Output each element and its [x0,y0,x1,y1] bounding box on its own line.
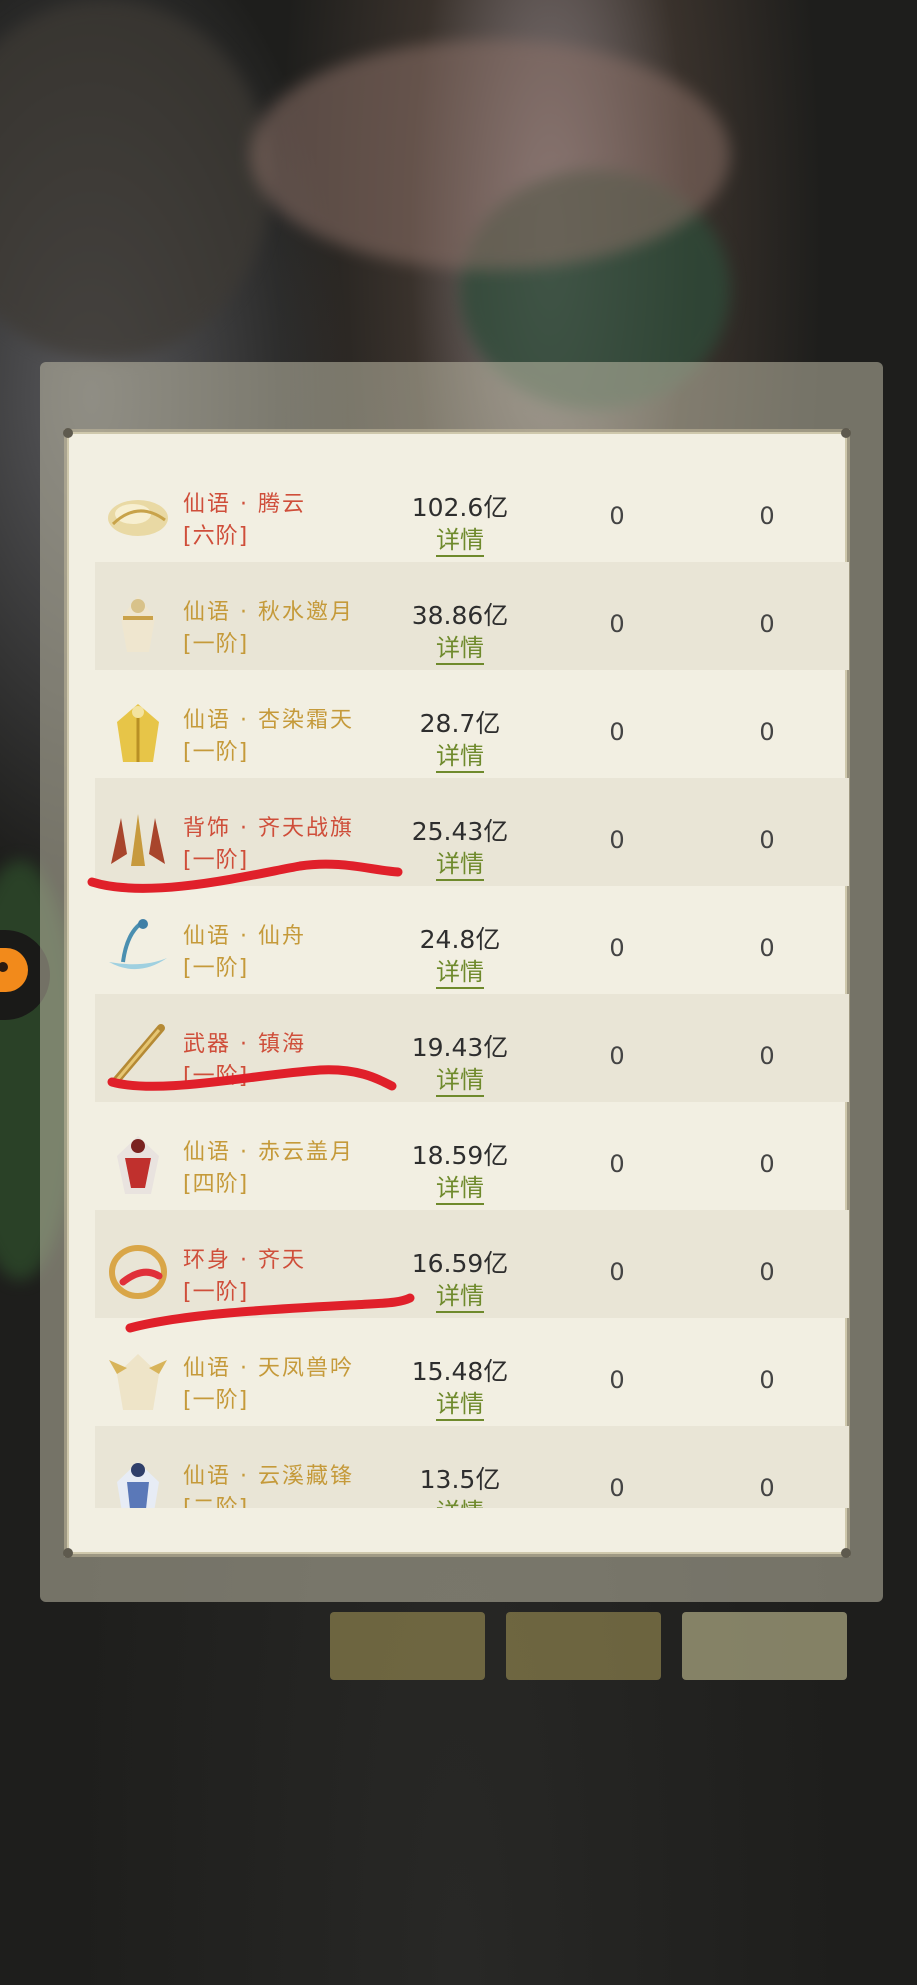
list-item[interactable]: 仙语 · 云溪藏锋 [二阶] 13.5亿 详情 0 0 [95,1426,849,1508]
column-3-value: 0 [759,1366,775,1394]
item-tier: [一阶] [183,956,249,981]
column-2-value: 0 [609,1474,625,1502]
detail-link[interactable]: 详情 [395,844,525,881]
detail-label[interactable]: 详情 [436,1066,484,1097]
item-tier: [二阶] [183,1490,248,1508]
corner-rivet [63,428,73,438]
column-3-value: 0 [759,502,775,530]
detail-link[interactable]: 详情 [395,952,525,989]
phoenix-outfit-icon [103,1344,173,1414]
detail-label[interactable]: 详情 [436,742,484,773]
column-3-value: 0 [759,934,775,962]
item-tier: [四阶] [183,1172,249,1197]
item-name: 背饰 · 齐天战旗 [183,816,354,841]
detail-label[interactable]: 详情 [436,634,484,665]
list-item[interactable]: 仙语 · 秋水邀月 [一阶] 38.86亿 详情 0 0 [95,562,849,670]
list-item[interactable]: 武器 · 镇海 [一阶] 19.43亿 详情 0 0 [95,994,849,1102]
yellow-robe-icon [103,696,173,766]
detail-link[interactable]: 详情 [395,520,525,557]
item-name: 仙语 · 秋水邀月 [183,600,354,625]
item-tier: [一阶] [183,632,249,657]
column-2-value: 0 [609,934,625,962]
bottom-button-middle[interactable] [506,1612,661,1680]
detail-link[interactable]: 详情 [395,628,525,665]
white-gold-outfit-icon [103,588,173,658]
column-2-value: 0 [609,1258,625,1286]
column-2-value: 0 [609,1366,625,1394]
red-white-outfit-icon [103,1128,173,1198]
detail-link[interactable]: 详情 [395,1384,525,1421]
item-value: 25.43亿 [411,817,509,846]
column-2-value: 0 [609,610,625,638]
item-name: 环身 · 齐天 [183,1248,306,1273]
detail-link[interactable]: 详情 [395,736,525,773]
list-item[interactable]: 仙语 · 赤云盖月 [四阶] 18.59亿 详情 0 0 [95,1102,849,1210]
item-tier: [一阶] [183,1064,249,1089]
item-name: 武器 · 镇海 [183,1032,306,1057]
item-value: 13.5亿 [419,1465,501,1494]
detail-label[interactable]: 详情 [436,850,484,881]
item-tier: [一阶] [183,740,249,765]
item-value: 18.59亿 [411,1141,509,1170]
list-item[interactable]: 仙语 · 腾云 [六阶] 102.6亿 详情 0 0 [95,454,849,562]
detail-label[interactable]: 详情 [436,1282,484,1313]
red-ring-icon [103,1236,173,1306]
item-tier: [六阶] [183,524,249,549]
detail-label[interactable]: 详情 [436,1174,484,1205]
detail-link[interactable]: 详情 [395,1276,525,1313]
item-value: 38.86亿 [411,601,509,630]
detail-label[interactable]: 详情 [436,1498,484,1508]
item-name: 仙语 · 云溪藏锋 [183,1464,354,1489]
item-name: 仙语 · 仙舟 [183,924,306,949]
gold-cloud-icon [103,480,173,550]
blue-white-outfit-icon [103,1452,173,1508]
item-value: 16.59亿 [411,1249,509,1278]
item-name: 仙语 · 赤云盖月 [183,1140,354,1165]
war-banner-icon [103,804,173,874]
column-3-value: 0 [759,1150,775,1178]
bottom-button-left[interactable] [330,1612,485,1680]
column-3-value: 0 [759,1474,775,1502]
bottom-button-right[interactable] [682,1612,847,1680]
column-3-value: 0 [759,610,775,638]
item-name: 仙语 · 杏染霜天 [183,708,354,733]
item-value: 15.48亿 [411,1357,509,1386]
detail-link[interactable]: 详情 [395,1492,525,1508]
column-3-value: 0 [759,1258,775,1286]
list-item[interactable]: 背饰 · 齐天战旗 [一阶] 25.43亿 详情 0 0 [95,778,849,886]
item-tier: [一阶] [183,848,249,873]
item-tier: [一阶] [183,1280,249,1305]
golden-staff-icon [103,1020,173,1090]
ranking-panel: 仙语 · 腾云 [六阶] 102.6亿 详情 0 0 仙语 · 秋水邀月 [一阶… [63,428,851,1558]
list-item[interactable]: 环身 · 齐天 [一阶] 16.59亿 详情 0 0 [95,1210,849,1318]
item-list[interactable]: 仙语 · 腾云 [六阶] 102.6亿 详情 0 0 仙语 · 秋水邀月 [一阶… [95,454,849,1508]
column-2-value: 0 [609,1150,625,1178]
column-3-value: 0 [759,718,775,746]
column-2-value: 0 [609,502,625,530]
item-value: 24.8亿 [419,925,501,954]
item-value: 28.7亿 [419,709,501,738]
item-tier: [一阶] [183,1388,249,1413]
detail-link[interactable]: 详情 [395,1168,525,1205]
corner-rivet [841,1548,851,1558]
detail-label[interactable]: 详情 [436,526,484,557]
detail-label[interactable]: 详情 [436,1390,484,1421]
list-item[interactable]: 仙语 · 仙舟 [一阶] 24.8亿 详情 0 0 [95,886,849,994]
corner-rivet [63,1548,73,1558]
list-item[interactable]: 仙语 · 杏染霜天 [一阶] 28.7亿 详情 0 0 [95,670,849,778]
column-2-value: 0 [609,718,625,746]
corner-rivet [841,428,851,438]
column-3-value: 0 [759,1042,775,1070]
item-name: 仙语 · 腾云 [183,492,306,517]
item-value: 19.43亿 [411,1033,509,1062]
blue-boat-icon [103,912,173,982]
item-value: 102.6亿 [411,493,509,522]
column-2-value: 0 [609,826,625,854]
detail-label[interactable]: 详情 [436,958,484,989]
column-2-value: 0 [609,1042,625,1070]
item-name: 仙语 · 天凤兽吟 [183,1356,354,1381]
list-item[interactable]: 仙语 · 天凤兽吟 [一阶] 15.48亿 详情 0 0 [95,1318,849,1426]
detail-link[interactable]: 详情 [395,1060,525,1097]
column-3-value: 0 [759,826,775,854]
